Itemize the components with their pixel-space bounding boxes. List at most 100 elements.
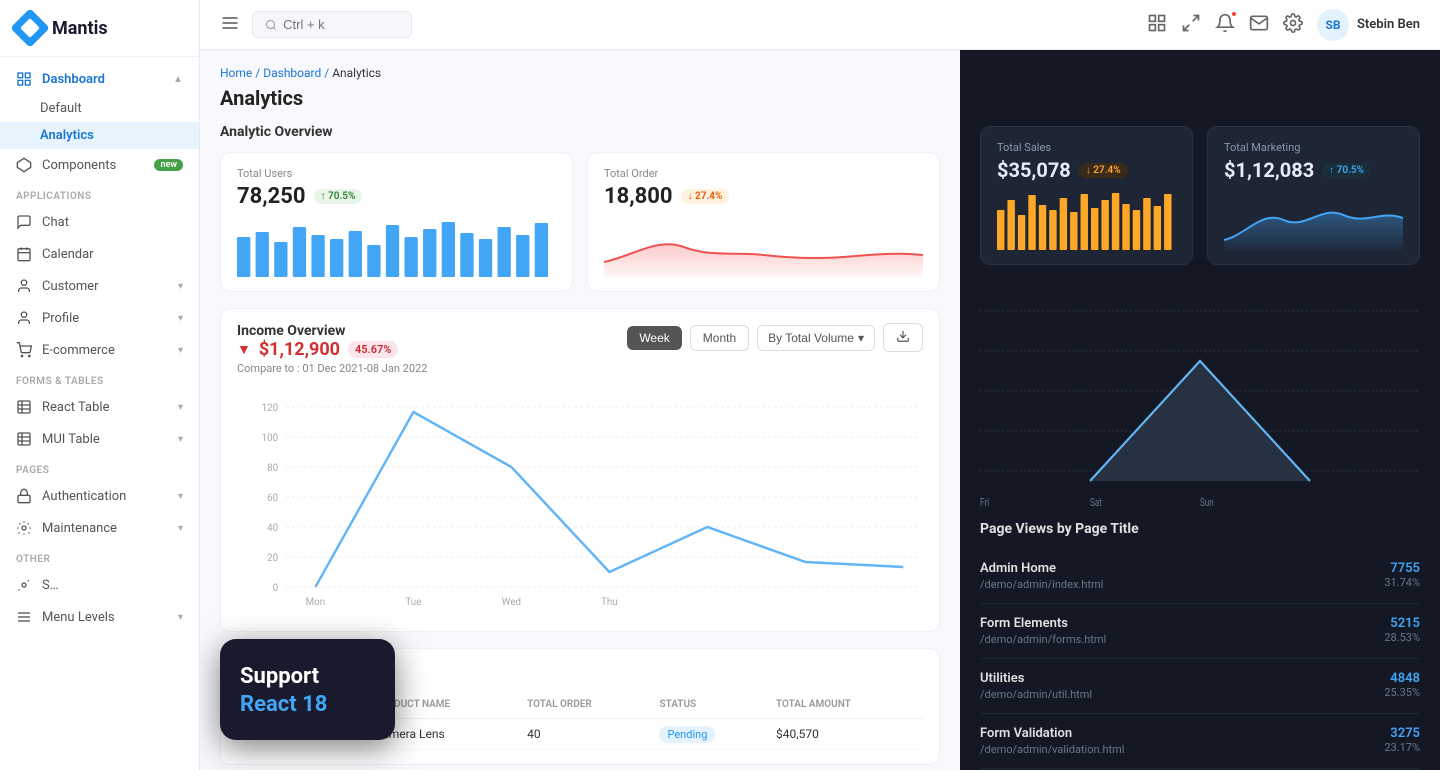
sidebar-item-react-table[interactable]: React Table ▾ (0, 391, 199, 423)
settings-icon (16, 577, 32, 593)
page-view-form-validation: Form Validation /demo/admin/validation.h… (980, 714, 1420, 769)
sidebar-item-settings[interactable]: S… (0, 569, 199, 601)
menu-toggle-button[interactable] (220, 13, 240, 37)
messages-button[interactable] (1249, 13, 1269, 37)
breadcrumb-sep2: / (324, 66, 332, 80)
chevron-up-icon: ▲ (173, 74, 183, 85)
support-popup[interactable]: Support React 18 (220, 639, 395, 740)
notification-dot (1230, 10, 1238, 18)
search-input[interactable] (283, 17, 399, 32)
menu-levels-icon (16, 609, 32, 625)
pv-pct-4: 23.17% (1384, 741, 1420, 754)
apps-button[interactable] (1147, 13, 1167, 37)
week-button[interactable]: Week (627, 326, 681, 350)
page-view-info-4: Form Validation /demo/admin/validation.h… (980, 726, 1384, 756)
header-search[interactable] (252, 11, 412, 38)
svg-text:20: 20 (267, 553, 278, 564)
stat-card-users: Total Users 78,250 ↑ 70.5% (220, 152, 573, 292)
marketing-number: $1,12,083 (1224, 158, 1314, 182)
cell: $40,570 (772, 719, 923, 750)
dashboard-icon (16, 71, 32, 87)
pv-count-2: 5215 (1384, 616, 1420, 631)
settings-button[interactable] (1283, 13, 1303, 37)
sidebar-item-components[interactable]: Components new (0, 149, 199, 181)
volume-select[interactable]: By Total Volume ▾ (757, 325, 875, 351)
calendar-icon (16, 246, 32, 262)
page-view-info-3: Utilities /demo/admin/util.html (980, 671, 1384, 701)
user-avatar[interactable]: SB Stebin Ben (1317, 9, 1420, 41)
sidebar-item-chat[interactable]: Chat (0, 206, 199, 238)
income-compare: Compare to : 01 Dec 2021-08 Jan 2022 (237, 362, 427, 375)
page-view-info: Admin Home /demo/admin/index.html (980, 561, 1384, 591)
pv-pct-1: 31.74% (1384, 576, 1420, 589)
pv-url-4: /demo/admin/validation.html (980, 743, 1384, 756)
content-area: Home / Dashboard / Analytics Analytics A… (200, 50, 1440, 770)
chevron-down-icon-7: ▾ (178, 523, 183, 534)
fullscreen-button[interactable] (1181, 13, 1201, 37)
sidebar-item-default[interactable]: Default (0, 95, 199, 122)
col-total-order: Total Order (523, 691, 655, 719)
sidebar-item-dashboard[interactable]: Dashboard ▲ (0, 63, 199, 95)
income-line-chart: 120 100 80 60 40 20 0 Mon Tue Wed Thu (237, 397, 923, 617)
chat-icon (16, 214, 32, 230)
chevron-down-icon: ▾ (178, 281, 183, 292)
svg-text:Tue: Tue (405, 597, 421, 607)
sidebar-item-menu-levels[interactable]: Menu Levels ▾ (0, 601, 199, 633)
mail-icon (1249, 13, 1269, 33)
svg-text:60: 60 (267, 493, 278, 504)
sidebar-item-calendar[interactable]: Calendar (0, 238, 199, 270)
support-popup-line2: React 18 (240, 691, 375, 720)
ecommerce-icon (16, 342, 32, 358)
total-users-value: 78,250 ↑ 70.5% (237, 184, 556, 209)
pv-stats-1: 7755 31.74% (1384, 561, 1420, 589)
stat-card-orders: Total Order 18,800 ↓ 27.4% (587, 152, 940, 292)
sidebar-item-ecommerce[interactable]: E-commerce ▾ (0, 334, 199, 366)
svg-text:Fri: Fri (980, 497, 989, 510)
page-views-title: Page Views by Page Title (980, 521, 1420, 537)
sidebar-item-customer[interactable]: Customer ▾ (0, 270, 199, 302)
download-button[interactable] (883, 323, 923, 352)
notifications-button[interactable] (1215, 13, 1235, 37)
total-sales-label: Total Sales (997, 141, 1176, 154)
income-value: $1,12,900 (259, 339, 340, 360)
income-overview-card: Income Overview ▼ $1,12,900 45.67% Compa… (220, 308, 940, 632)
header: SB Stebin Ben (200, 0, 1440, 50)
pv-url-2: /demo/admin/forms.html (980, 633, 1384, 646)
header-left (220, 11, 412, 38)
pv-stats-2: 5215 28.53% (1384, 616, 1420, 644)
month-button[interactable]: Month (690, 325, 749, 351)
breadcrumb-home[interactable]: Home (220, 66, 252, 80)
sidebar-item-profile[interactable]: Profile ▾ (0, 302, 199, 334)
download-icon (896, 329, 910, 343)
pv-title-2: Form Elements (980, 616, 1384, 631)
components-label: Components (42, 158, 116, 173)
income-value-row: ▼ $1,12,900 45.67% (237, 339, 427, 360)
total-order-label: Total Order (604, 167, 923, 180)
pv-url-3: /demo/admin/util.html (980, 688, 1384, 701)
sidebar-item-analytics[interactable]: Analytics (0, 122, 199, 149)
sidebar-logo[interactable]: Mantis (0, 0, 199, 57)
svg-text:0: 0 (273, 583, 279, 594)
sidebar-item-authentication[interactable]: Authentication ▾ (0, 480, 199, 512)
svg-text:Wed: Wed (502, 597, 521, 607)
svg-text:Mon: Mon (306, 597, 326, 607)
section-other: Other (0, 544, 199, 569)
orders-number: 18,800 (604, 184, 673, 209)
breadcrumb-dashboard[interactable]: Dashboard (263, 66, 321, 80)
auth-icon (16, 488, 32, 504)
app-name: Mantis (52, 18, 108, 39)
pv-url-1: /demo/admin/index.html (980, 578, 1384, 591)
sidebar-item-maintenance[interactable]: Maintenance ▾ (0, 512, 199, 544)
analytic-overview-title: Analytic Overview (220, 124, 940, 140)
col-amount: Total Amount (772, 691, 923, 719)
sidebar-item-mui-table[interactable]: MUI Table ▾ (0, 423, 199, 455)
total-order-value: 18,800 ↓ 27.4% (604, 184, 923, 209)
col-status: Status (655, 691, 772, 719)
income-title: Income Overview (237, 323, 427, 339)
users-chart (237, 217, 556, 277)
maintenance-icon (16, 520, 32, 536)
orders-badge: ↓ 27.4% (681, 189, 730, 204)
sales-chart (997, 190, 1176, 250)
dark-income-chart-area: Fri Sat Sun (980, 281, 1420, 521)
ecommerce-label: E-commerce (42, 343, 115, 358)
